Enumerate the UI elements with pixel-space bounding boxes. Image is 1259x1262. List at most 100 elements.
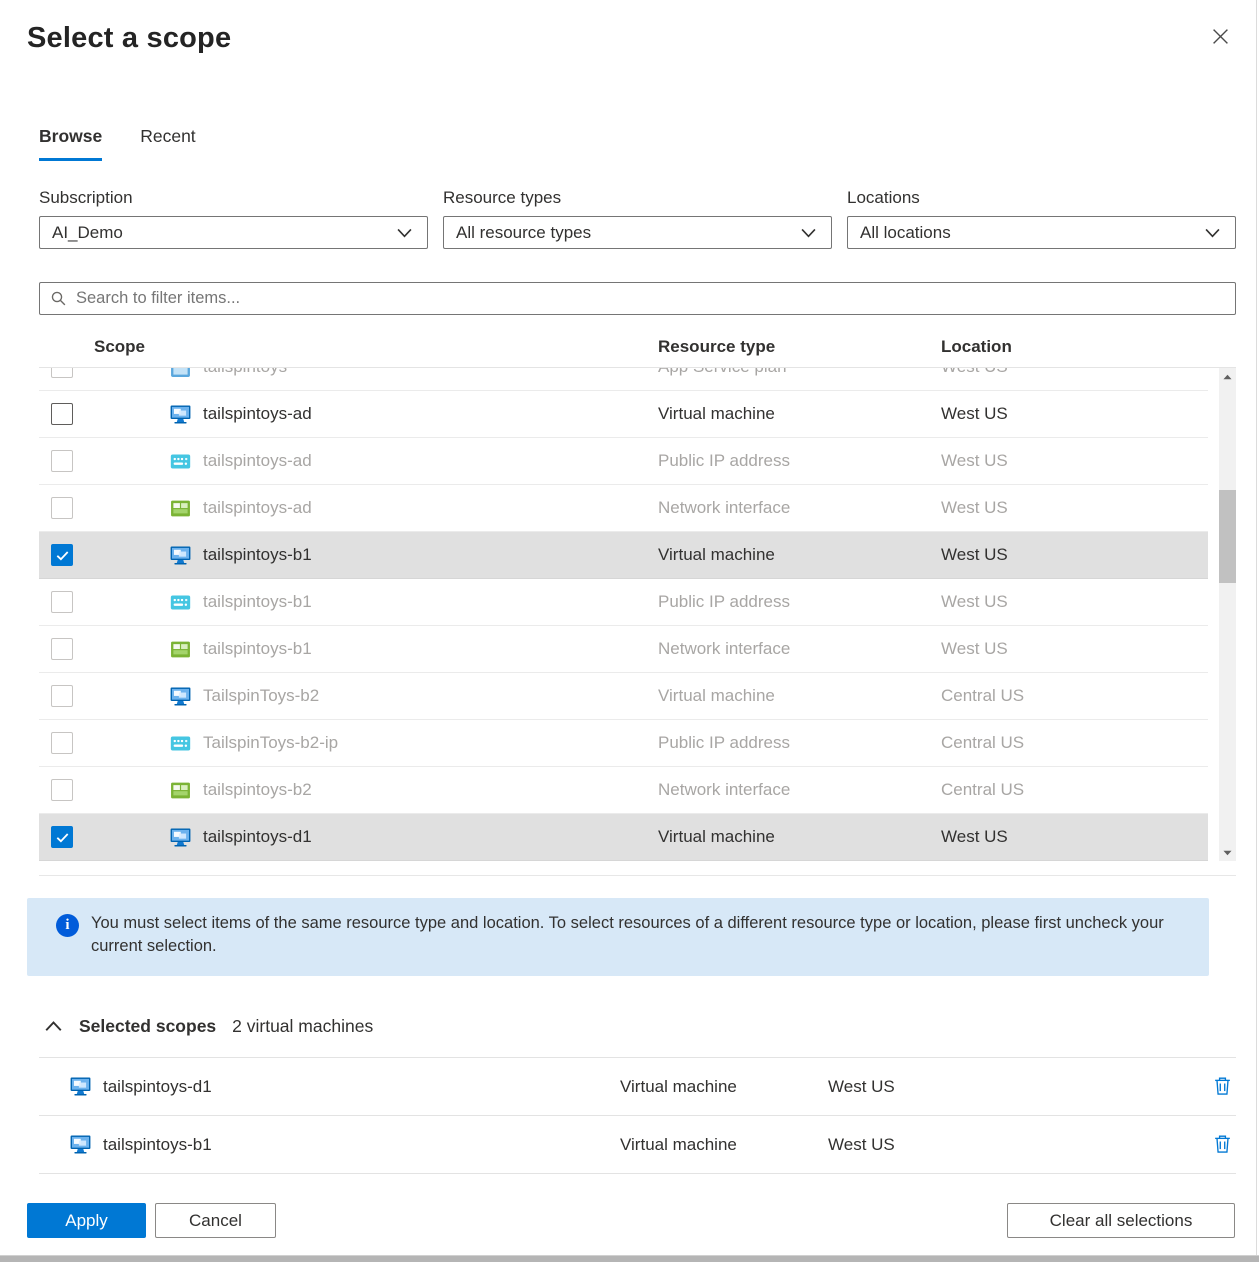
row-scope-name: tailspintoys-ad xyxy=(203,451,312,471)
virtual-machine-icon xyxy=(170,827,191,848)
public-ip-icon xyxy=(170,733,191,754)
network-interface-icon xyxy=(170,780,191,801)
selected-scope-row: tailspintoys-b1 Virtual machine West US xyxy=(39,1116,1236,1174)
table-row: tailspintoys-ad Public IP address West U… xyxy=(39,438,1208,485)
search-input[interactable] xyxy=(76,289,1225,308)
header-location: Location xyxy=(941,337,1236,357)
virtual-machine-icon xyxy=(170,686,191,707)
virtual-machine-icon xyxy=(70,1076,91,1097)
chevron-up-icon[interactable] xyxy=(45,1021,62,1032)
dialog-footer: Apply Cancel Clear all selections xyxy=(27,1203,1235,1238)
row-resource-type: Virtual machine xyxy=(658,404,941,424)
window-right-edge xyxy=(1256,0,1257,1255)
filter-resource-types: Resource types All resource types xyxy=(443,187,832,249)
locations-dropdown[interactable]: All locations xyxy=(847,216,1236,249)
subscription-label: Subscription xyxy=(39,187,428,209)
scope-table-body: tailspintoys App Service plan West US ta… xyxy=(39,368,1236,861)
info-banner: i You must select items of the same reso… xyxy=(27,898,1209,976)
row-checkbox xyxy=(51,450,73,472)
resource-types-value: All resource types xyxy=(456,223,591,243)
scope-cell: tailspintoys-b2 xyxy=(170,780,658,801)
row-location: West US xyxy=(941,404,1208,424)
row-checkbox xyxy=(51,497,73,519)
checkbox-cell xyxy=(39,732,170,754)
row-resource-type: Virtual machine xyxy=(658,545,941,565)
scope-cell: tailspintoys-b1 xyxy=(170,592,658,613)
table-row: tailspintoys-b2 Network interface Centra… xyxy=(39,767,1208,814)
table-header: Scope Resource type Location xyxy=(39,327,1236,368)
selected-location: West US xyxy=(828,1135,1192,1155)
chevron-down-icon xyxy=(1205,228,1220,238)
row-scope-name: TailspinToys-b2 xyxy=(203,686,319,706)
row-checkbox[interactable] xyxy=(51,403,73,425)
tab-bar: Browse Recent xyxy=(39,126,1259,161)
row-checkbox[interactable] xyxy=(51,826,73,848)
table-row[interactable]: tailspintoys-b1 Virtual machine West US xyxy=(39,532,1208,579)
close-button[interactable] xyxy=(1208,26,1232,50)
row-location: West US xyxy=(941,639,1208,659)
tab-browse[interactable]: Browse xyxy=(39,126,102,161)
table-row: tailspintoys-b1 Public IP address West U… xyxy=(39,579,1208,626)
info-icon: i xyxy=(56,914,79,937)
selected-scope-cell: tailspintoys-b1 xyxy=(70,1134,620,1155)
row-scope-name: tailspintoys-b1 xyxy=(203,639,312,659)
row-resource-type: Public IP address xyxy=(658,592,941,612)
table-row: tailspintoys-b1 Network interface West U… xyxy=(39,626,1208,673)
cancel-button[interactable]: Cancel xyxy=(155,1203,276,1238)
clear-all-selections-button[interactable]: Clear all selections xyxy=(1007,1203,1235,1238)
table-row: tailspintoys-ad Network interface West U… xyxy=(39,485,1208,532)
checkbox-cell xyxy=(39,638,170,660)
network-interface-icon xyxy=(170,639,191,660)
row-location: West US xyxy=(941,545,1208,565)
scroll-down-button[interactable] xyxy=(1219,844,1236,861)
table-row: TailspinToys-b2 Virtual machine Central … xyxy=(39,673,1208,720)
selected-scopes-title: Selected scopes xyxy=(79,1016,216,1037)
row-checkbox xyxy=(51,591,73,613)
window-bottom-edge xyxy=(0,1255,1259,1262)
resource-types-dropdown[interactable]: All resource types xyxy=(443,216,832,249)
scrollbar-thumb[interactable] xyxy=(1219,490,1236,583)
row-resource-type: Virtual machine xyxy=(658,827,941,847)
row-resource-type: Network interface xyxy=(658,639,941,659)
page-title: Select a scope xyxy=(27,18,231,58)
row-checkbox xyxy=(51,638,73,660)
select-scope-dialog: Select a scope Browse Recent Subscriptio… xyxy=(0,0,1259,1262)
delete-selected-scope-button[interactable] xyxy=(1208,1073,1236,1101)
row-location: West US xyxy=(941,368,1208,377)
dialog-header: Select a scope xyxy=(0,0,1259,58)
row-scope-name: TailspinToys-b2-ip xyxy=(203,733,338,753)
delete-selected-scope-button[interactable] xyxy=(1208,1131,1236,1159)
row-resource-type: App Service plan xyxy=(658,368,941,377)
scroll-up-button[interactable] xyxy=(1219,368,1236,385)
row-scope-name: tailspintoys-ad xyxy=(203,404,312,424)
vertical-scrollbar[interactable] xyxy=(1219,368,1236,861)
row-scope-name: tailspintoys-b1 xyxy=(203,592,312,612)
row-resource-type: Public IP address xyxy=(658,451,941,471)
selected-scope-cell: tailspintoys-d1 xyxy=(70,1076,620,1097)
row-checkbox[interactable] xyxy=(51,544,73,566)
apply-button[interactable]: Apply xyxy=(27,1203,146,1238)
row-scope-name: tailspintoys-d1 xyxy=(203,827,312,847)
selected-location: West US xyxy=(828,1077,1192,1097)
tab-recent[interactable]: Recent xyxy=(140,126,195,161)
virtual-machine-icon xyxy=(170,545,191,566)
checkbox-cell xyxy=(39,826,170,848)
subscription-dropdown[interactable]: AI_Demo xyxy=(39,216,428,249)
selected-resource-type: Virtual machine xyxy=(620,1077,828,1097)
scope-cell: TailspinToys-b2 xyxy=(170,686,658,707)
table-row[interactable]: tailspintoys-ad Virtual machine West US xyxy=(39,391,1208,438)
row-scope-name: tailspintoys xyxy=(203,368,287,377)
row-scope-name: tailspintoys-b1 xyxy=(203,545,312,565)
checkbox-cell xyxy=(39,779,170,801)
public-ip-icon xyxy=(170,592,191,613)
row-scope-name: tailspintoys-ad xyxy=(203,498,312,518)
resource-types-label: Resource types xyxy=(443,187,832,209)
trash-icon xyxy=(1212,1133,1233,1157)
row-resource-type: Network interface xyxy=(658,780,941,800)
filter-locations: Locations All locations xyxy=(847,187,1236,249)
app-service-plan-icon xyxy=(170,368,191,378)
table-row[interactable]: tailspintoys-d1 Virtual machine West US xyxy=(39,814,1208,861)
row-checkbox xyxy=(51,732,73,754)
selected-scope-row: tailspintoys-d1 Virtual machine West US xyxy=(39,1058,1236,1116)
subscription-value: AI_Demo xyxy=(52,223,123,243)
